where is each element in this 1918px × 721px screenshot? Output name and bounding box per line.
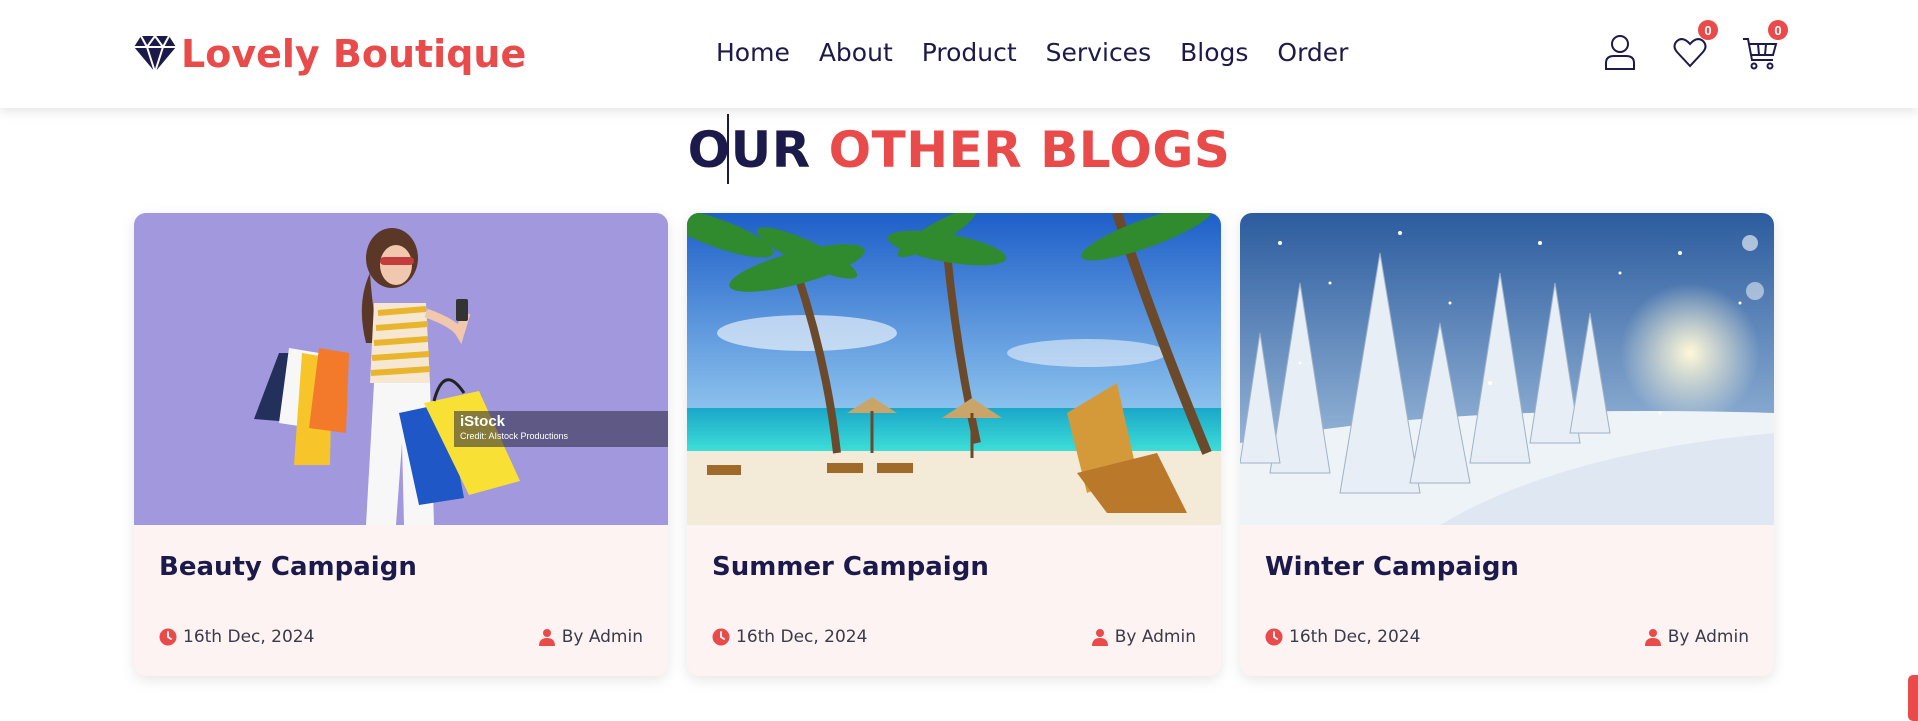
brand-name: Lovely Boutique bbox=[181, 32, 527, 76]
blog-date: 16th Dec, 2024 bbox=[1265, 627, 1420, 647]
blog-author: By Admin bbox=[538, 627, 643, 647]
nav-product[interactable]: Product bbox=[922, 34, 1017, 72]
site-header: Lovely Boutique Home About Product Servi… bbox=[0, 0, 1918, 108]
blog-author-text: By Admin bbox=[1114, 627, 1196, 647]
nav-order[interactable]: Order bbox=[1277, 34, 1348, 72]
scroll-to-top-tab[interactable] bbox=[1908, 675, 1918, 721]
section-title-part1: OUR bbox=[687, 121, 811, 179]
blog-card-summer[interactable]: Summer Campaign 16th Dec, 2024 By Admin bbox=[687, 213, 1221, 676]
header-actions: 0 0 bbox=[1600, 20, 1788, 74]
cart-count-badge: 0 bbox=[1768, 20, 1788, 40]
nav-services[interactable]: Services bbox=[1046, 34, 1151, 72]
blog-card-title[interactable]: Winter Campaign bbox=[1265, 550, 1519, 584]
user-icon bbox=[538, 629, 555, 646]
blog-author-text: By Admin bbox=[1667, 627, 1749, 647]
brand-logo[interactable]: Lovely Boutique bbox=[133, 30, 526, 78]
blog-date-text: 16th Dec, 2024 bbox=[183, 627, 315, 647]
tropical-beach-palms-photo bbox=[687, 213, 1221, 525]
diamond-icon bbox=[134, 34, 176, 74]
blog-date: 16th Dec, 2024 bbox=[159, 627, 314, 647]
blog-card-meta: 16th Dec, 2024 By Admin bbox=[159, 627, 643, 647]
nav-about[interactable]: About bbox=[819, 34, 893, 72]
istock-watermark: iStock Credit: AIstock Productions bbox=[454, 411, 668, 447]
clock-icon bbox=[1265, 628, 1283, 646]
user-icon bbox=[1091, 629, 1108, 646]
clock-icon bbox=[712, 628, 730, 646]
blog-author: By Admin bbox=[1644, 627, 1749, 647]
blog-card-title[interactable]: Beauty Campaign bbox=[159, 550, 417, 584]
cart-button[interactable]: 0 bbox=[1740, 20, 1788, 74]
user-icon bbox=[1605, 35, 1635, 70]
blog-card-meta: 16th Dec, 2024 By Admin bbox=[712, 627, 1196, 647]
section-title-part2: OTHER BLOGS bbox=[828, 121, 1231, 179]
blog-card-beauty[interactable]: iStock Credit: AIstock Productions Beaut… bbox=[134, 213, 668, 676]
blog-card-meta: 16th Dec, 2024 By Admin bbox=[1265, 627, 1749, 647]
nav-blogs[interactable]: Blogs bbox=[1180, 34, 1248, 72]
woman-shopping-bags-photo: iStock Credit: AIstock Productions bbox=[134, 213, 668, 525]
clock-icon bbox=[159, 628, 177, 646]
wishlist-count-badge: 0 bbox=[1698, 20, 1718, 40]
user-icon bbox=[1644, 629, 1661, 646]
section-title: OUR OTHER BLOGS bbox=[0, 120, 1918, 180]
blog-card-title[interactable]: Summer Campaign bbox=[712, 550, 989, 584]
main-nav: Home About Product Services Blogs Order bbox=[716, 34, 1377, 72]
blog-date-text: 16th Dec, 2024 bbox=[1289, 627, 1421, 647]
nav-home[interactable]: Home bbox=[716, 34, 790, 72]
blog-date-text: 16th Dec, 2024 bbox=[736, 627, 868, 647]
snowy-forest-photo bbox=[1240, 213, 1774, 525]
blog-card-winter[interactable]: Winter Campaign 16th Dec, 2024 By Admin bbox=[1240, 213, 1774, 676]
blog-author-text: By Admin bbox=[561, 627, 643, 647]
blog-author: By Admin bbox=[1091, 627, 1196, 647]
blog-cards: iStock Credit: AIstock Productions Beaut… bbox=[134, 213, 1774, 676]
account-button[interactable] bbox=[1600, 30, 1640, 74]
wishlist-button[interactable]: 0 bbox=[1670, 20, 1718, 74]
blog-date: 16th Dec, 2024 bbox=[712, 627, 867, 647]
